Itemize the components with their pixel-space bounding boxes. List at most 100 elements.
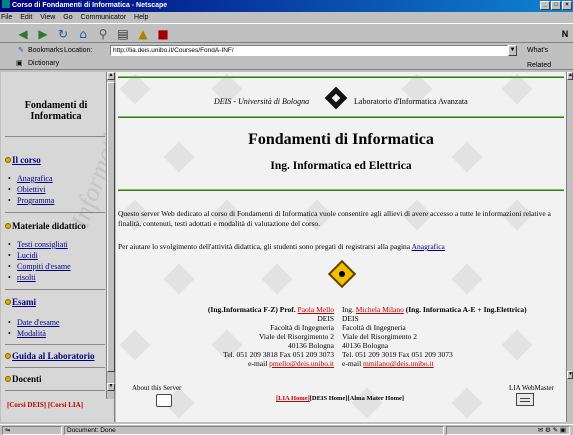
status-bar: ⇋ Document: Done ✉ ⚙ ✎ ▣ — [0, 424, 573, 435]
menu-file[interactable]: File — [1, 14, 12, 21]
contact-left-dept: DEIS — [317, 314, 334, 323]
anagrafica-link[interactable]: Anagrafica — [412, 242, 445, 251]
bullet-icon — [5, 353, 11, 359]
intro-paragraph: Questo server Web dedicato al corso di F… — [118, 209, 551, 228]
nav-item-compiti-esame[interactable]: Compiti d'esame — [8, 262, 71, 271]
netscape-window-icon — [2, 0, 10, 8]
close-button[interactable]: × — [562, 1, 572, 10]
divider — [5, 344, 105, 345]
navigation-toolbar: ◀ ▶ ↻ ⌂ ⚲ ▤ ▲ ■ N — [0, 23, 573, 43]
contact-left-phone: Tel. 051 209 3818 Fax 051 209 3073 — [223, 350, 334, 359]
nav-item-programma[interactable]: Programma — [8, 196, 54, 205]
nav-item-modalita[interactable]: Modalità — [8, 329, 46, 338]
section-materiale-didattico: Materiale didattico — [5, 221, 86, 231]
nav-item-date-esame[interactable]: Date d'esame — [8, 318, 59, 327]
bookmarks-button[interactable]: Bookmarks — [28, 43, 63, 58]
divider — [5, 367, 105, 368]
section-esami[interactable]: Esami — [5, 297, 36, 307]
alma-mater-link[interactable]: [Alma Mater Home] — [348, 395, 405, 402]
print-icon[interactable]: ▤ — [116, 27, 130, 41]
bullet-icon — [5, 157, 11, 163]
menu-communicator[interactable]: Communicator — [81, 14, 127, 21]
contact-left-faculty: Facoltà di Ingegneria — [270, 323, 334, 332]
section-il-corso[interactable]: Il corso — [5, 155, 41, 165]
scroll-thumb[interactable] — [107, 82, 115, 372]
nav-item-testi-consigliati[interactable]: Testi consigliati — [8, 240, 68, 249]
left-title: Fondamenti di Informatica — [24, 100, 88, 122]
pmello-email-link[interactable]: pmello@deis.unibo.it — [269, 359, 334, 368]
main-frame-scrollbar[interactable]: ▲ ▼ — [566, 72, 573, 422]
nav-item-risolti[interactable]: risolti — [8, 273, 36, 282]
speech-bubble-icon[interactable] — [156, 394, 172, 407]
contact-right-email-row: e-mail mmilano@deis.unibo.it — [342, 359, 434, 368]
section-guida-laboratorio[interactable]: Guida al Laboratorio — [5, 351, 95, 361]
dictionary-button[interactable]: Dictionary — [28, 58, 59, 70]
deis-header-label: DEIS - Università di Bologna — [214, 97, 310, 106]
scroll-up-button[interactable]: ▲ — [107, 72, 115, 80]
section-guida-laboratorio-link[interactable]: Guida al Laboratorio — [12, 351, 95, 361]
back-arrow-icon[interactable]: ◀ — [16, 27, 30, 41]
menu-help[interactable]: Help — [134, 14, 148, 21]
scroll-down-button[interactable]: ▼ — [567, 371, 573, 379]
minimize-button[interactable]: _ — [540, 1, 550, 10]
home-icon[interactable]: ⌂ — [76, 27, 90, 41]
nav-item-obiettivi[interactable]: Obiettivi — [8, 185, 46, 194]
green-rule-top — [118, 76, 564, 78]
footer-links: [LIA Home][DEIS Home][Alma Mater Home] — [276, 395, 404, 402]
bookmarks-icon[interactable]: ✎ — [18, 43, 24, 58]
about-server-label: About this Server — [132, 384, 182, 392]
contact-right-phone: Tel. 051 209 3019 Fax 051 209 3073 — [342, 350, 453, 359]
left-frame-scrollbar[interactable]: ▲ ▼ — [106, 72, 115, 399]
netscape-logo-icon: N — [561, 29, 569, 39]
menu-view[interactable]: View — [40, 14, 55, 21]
main-content-frame: DEIS - Università di Bologna Laboratorio… — [116, 72, 566, 422]
section-esami-link[interactable]: Esami — [12, 297, 36, 307]
forward-arrow-icon[interactable]: ▶ — [36, 27, 50, 41]
contact-left-role: (Ing.Informatica F-Z) Prof. — [207, 305, 296, 314]
contact-right: Ing. Michela Milano (Ing. Informatica A-… — [342, 305, 527, 314]
lia-home-link[interactable]: [LIA Home] — [276, 395, 310, 402]
search-icon[interactable]: ⚲ — [96, 27, 110, 41]
deis-home-link[interactable]: [DEIS Home] — [310, 395, 348, 402]
nav-item-lucidi[interactable]: Lucidi — [8, 251, 38, 260]
scroll-up-button[interactable]: ▲ — [567, 72, 573, 80]
page-subtitle: Ing. Informatica ed Elettrica — [270, 160, 412, 172]
window-title: Corso di Fondamenti di Informatica - Net… — [12, 2, 168, 9]
mail-icon[interactable] — [516, 393, 534, 406]
location-label: Location: — [64, 47, 93, 54]
security-icon[interactable]: ▲ — [136, 27, 150, 41]
url-dropdown-button[interactable]: ▼ — [508, 45, 517, 56]
green-rule — [118, 189, 564, 191]
stop-icon[interactable]: ■ — [156, 27, 170, 41]
divider — [5, 289, 105, 290]
reload-icon[interactable]: ↻ — [56, 27, 70, 41]
contact-left-city: 40136 Bologna — [287, 341, 334, 350]
bullet-icon — [5, 223, 11, 229]
component-bar-icons[interactable]: ✉ ⚙ ✎ ▣ — [446, 426, 570, 435]
lia-logo-icon — [324, 86, 348, 110]
contact-right-faculty: Facoltà di Ingegneria — [342, 323, 406, 332]
paola-mello-link[interactable]: Paola Mello — [298, 305, 334, 314]
divider — [5, 136, 105, 137]
construction-sign-icon — [327, 259, 357, 289]
url-input[interactable]: http://lia.deis.unibo.it/Courses/FondA-I… — [110, 45, 508, 56]
mmilano-email-link[interactable]: mmilano@deis.unibo.it — [363, 359, 434, 368]
section-il-corso-link[interactable]: Il corso — [12, 155, 41, 165]
divider — [5, 212, 105, 213]
maximize-button[interactable]: □ — [551, 1, 561, 10]
menu-bar: File Edit View Go Communicator Help — [0, 12, 573, 23]
scroll-down-button[interactable]: ▼ — [107, 383, 115, 391]
menu-edit[interactable]: Edit — [20, 14, 32, 21]
michela-milano-link[interactable]: Michela Milano — [356, 305, 404, 314]
bullet-icon — [5, 299, 11, 305]
contact-right-city: 40136 Bologna — [342, 341, 389, 350]
divider — [5, 390, 105, 391]
menu-go[interactable]: Go — [63, 14, 72, 21]
green-rule — [118, 116, 564, 118]
nav-item-anagrafica[interactable]: Anagrafica — [8, 174, 52, 183]
contact-right-dept: DEIS — [342, 314, 359, 323]
contact-left-email-row: e-mail pmello@deis.unibo.it — [248, 359, 334, 368]
left-navigation-frame: Informatica ed Fondamenti di Informatica… — [1, 72, 115, 422]
corsi-links[interactable]: [Corsi DEIS] [Corsi LIA] — [7, 401, 83, 409]
security-status-icon[interactable]: ⇋ — [2, 426, 62, 435]
